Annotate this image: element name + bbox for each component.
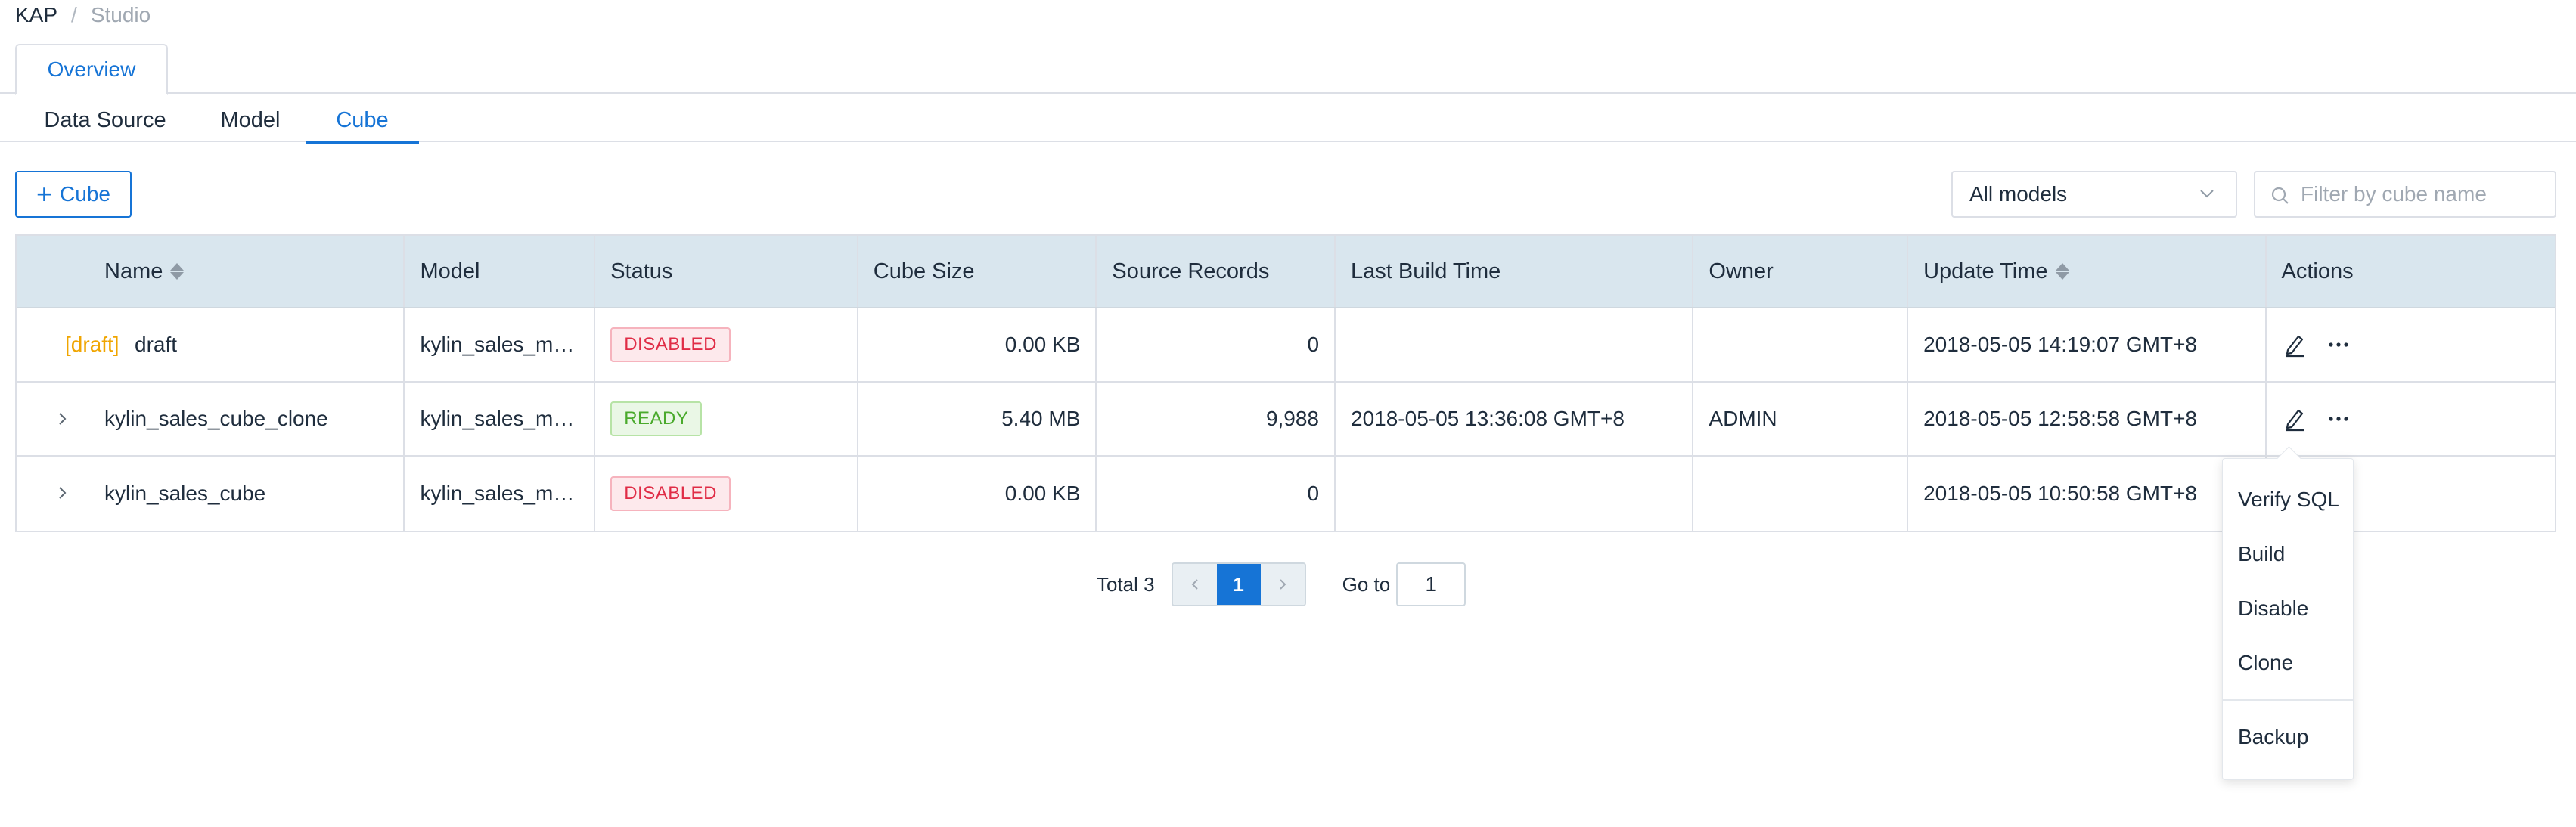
next-page-button[interactable] [1260,564,1305,605]
breadcrumb-root[interactable]: KAP [15,3,57,26]
last-build-time-cell [1336,457,1694,531]
model-cell: kylin_sales_m… [405,383,596,455]
tab-data-source[interactable]: Data Source [32,98,178,142]
breadcrumb-separator: / [71,3,77,26]
status-cell: DISABLED [595,308,858,381]
cube-name-cell: kylin_sales_cube_clone [17,383,405,455]
column-header-name[interactable]: Name [17,236,405,307]
column-header-update-time[interactable]: Update Time [1908,236,2267,307]
status-badge: READY [610,401,703,436]
column-header-last-build-time: Last Build Time [1336,236,1694,307]
cube-name[interactable]: draft [135,333,177,357]
last-build-time-cell [1336,308,1694,381]
filter-search-box [2254,171,2556,218]
column-header-update-time-label: Update Time [1923,259,2048,283]
column-header-name-label: Name [104,259,163,283]
cube-size-cell: 5.40 MB [858,383,1097,455]
column-header-source-records: Source Records [1097,236,1336,307]
menu-item-disable[interactable]: Disable [2238,596,2308,621]
column-header-cube-size: Cube Size [858,236,1097,307]
cube-size-cell: 0.00 KB [858,457,1097,531]
table-row: [draft] draft kylin_sales_m… DISABLED 0.… [17,308,2555,383]
breadcrumb: KAP / Studio [15,2,151,29]
status-cell: READY [595,383,858,455]
model-cell: kylin_sales_m… [405,457,596,531]
search-icon [2271,187,2289,204]
menu-item-clone[interactable]: Clone [2238,651,2293,675]
cube-size-cell: 0.00 KB [858,308,1097,381]
source-records-cell: 9,988 [1097,383,1336,455]
prev-page-button[interactable] [1172,564,1217,605]
sub-tab-bar: Data Source Model Cube [0,98,2576,144]
model-select[interactable]: All models [1951,171,2237,218]
more-icon[interactable] [2327,341,2350,348]
actions-cell [2267,383,2556,455]
status-badge: DISABLED [610,476,731,511]
owner-cell [1693,308,1909,381]
menu-item-backup[interactable]: Backup [2238,725,2308,749]
tab-model[interactable]: Model [204,98,296,142]
tab-cube[interactable]: Cube [306,98,419,144]
actions-dropdown-menu: Verify SQL Build Disable Clone Backup [2222,458,2354,780]
cube-name-cell: [draft] draft [17,308,405,381]
status-badge: DISABLED [610,327,731,362]
goto-label: Go to [1342,572,1391,596]
column-header-owner: Owner [1693,236,1909,307]
sort-icon[interactable] [170,263,185,280]
menu-item-build[interactable]: Build [2238,542,2285,566]
menu-item-verify-sql[interactable]: Verify SQL [2238,488,2339,512]
last-build-time-cell: 2018-05-05 13:36:08 GMT+8 [1336,383,1694,455]
tab-overview[interactable]: Overview [15,44,168,95]
draft-tag: [draft] [65,333,119,356]
source-records-cell: 0 [1097,457,1336,531]
goto-page-input[interactable]: 1 [1396,562,1466,606]
owner-cell: ADMIN [1693,383,1909,455]
breadcrumb-current: Studio [90,3,151,26]
cube-table: Name Model Status Cube Size Source Recor… [15,234,2556,532]
arrow-left-icon [1191,579,1198,590]
update-time-cell: 2018-05-05 10:50:58 GMT+8 [1908,457,2267,531]
sort-icon[interactable] [2055,263,2069,280]
plus-icon: + [36,178,53,209]
model-cell: kylin_sales_m… [405,308,596,381]
owner-cell [1693,457,1909,531]
edit-icon[interactable] [2282,406,2308,432]
table-row: kylin_sales_cube kylin_sales_m… DISABLED… [17,457,2555,531]
add-cube-label: Cube [60,182,110,206]
update-time-cell: 2018-05-05 12:58:58 GMT+8 [1908,383,2267,455]
more-icon[interactable] [2327,415,2350,423]
pagination: Total 3 1 Go to 1 [1097,562,1466,606]
column-header-model: Model [405,236,596,307]
status-cell: DISABLED [595,457,858,531]
cube-name[interactable]: kylin_sales_cube_clone [104,407,328,431]
cube-name[interactable]: kylin_sales_cube [104,482,265,506]
chevron-down-icon [2200,190,2214,198]
table-row: kylin_sales_cube_clone kylin_sales_m… RE… [17,383,2555,457]
column-header-actions: Actions [2281,259,2354,283]
model-select-value: All models [1969,182,2068,206]
actions-cell [2267,308,2556,381]
menu-divider [2223,699,2353,701]
cube-name-cell: kylin_sales_cube [17,457,405,531]
pagination-pager: 1 [1171,562,1306,606]
expand-arrow-icon[interactable] [53,410,71,428]
filter-input[interactable] [2301,182,2543,206]
top-tab-bar: Overview [0,44,2576,95]
table-header: Name Model Status Cube Size Source Recor… [17,236,2555,308]
column-header-status: Status [595,236,858,307]
update-time-cell: 2018-05-05 14:19:07 GMT+8 [1908,308,2267,381]
page-button[interactable]: 1 [1216,564,1261,605]
expand-arrow-icon[interactable] [53,484,71,502]
source-records-cell: 0 [1097,308,1336,381]
edit-icon[interactable] [2282,332,2308,358]
pagination-total: Total 3 [1097,572,1155,596]
add-cube-button[interactable]: + Cube [15,171,132,218]
arrow-right-icon [1279,579,1286,590]
